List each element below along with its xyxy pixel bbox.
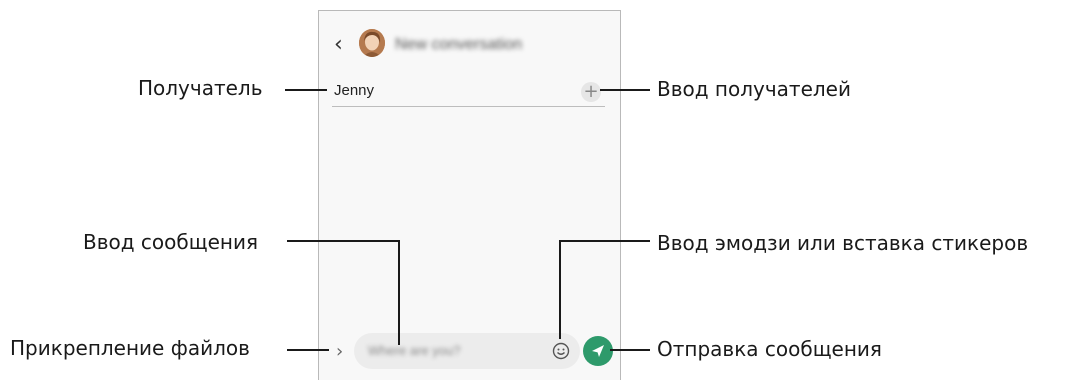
- leader-emoji-h: [559, 240, 650, 242]
- callout-send-message: Отправка сообщения: [657, 337, 882, 361]
- leader-message-input-v: [398, 240, 400, 345]
- leader-emoji-v: [559, 240, 561, 339]
- leader-send-message: [610, 349, 650, 351]
- send-icon: [592, 345, 604, 357]
- callout-recipient: Получатель: [138, 76, 263, 100]
- message-input[interactable]: Where are you?: [354, 333, 580, 369]
- emoji-icon[interactable]: [551, 341, 571, 361]
- back-arrow-icon[interactable]: ‹: [334, 34, 350, 56]
- message-placeholder: Where are you?: [368, 343, 461, 358]
- leader-attach-files: [287, 349, 329, 351]
- leader-message-input-h: [287, 240, 400, 242]
- callout-attach-files: Прикрепление файлов: [10, 336, 250, 360]
- callout-add-recipients: Ввод получателей: [657, 77, 851, 101]
- leader-recipient: [285, 89, 327, 91]
- recipient-name[interactable]: Jenny: [334, 82, 374, 99]
- add-recipient-plus-icon[interactable]: +: [581, 82, 601, 102]
- contact-avatar: [359, 29, 385, 57]
- conversation-title: New conversation: [395, 36, 523, 53]
- recipient-divider: [332, 106, 605, 107]
- phone-screen: ‹ New conversation Jenny + › Where are y…: [318, 10, 621, 380]
- attach-chevron-right-icon[interactable]: ›: [336, 342, 343, 362]
- leader-add-recipients: [600, 89, 650, 91]
- callout-emoji-stickers: Ввод эмодзи или вставка стикеров: [657, 231, 1029, 255]
- send-button[interactable]: [583, 336, 613, 366]
- callout-message-input: Ввод сообщения: [83, 230, 258, 254]
